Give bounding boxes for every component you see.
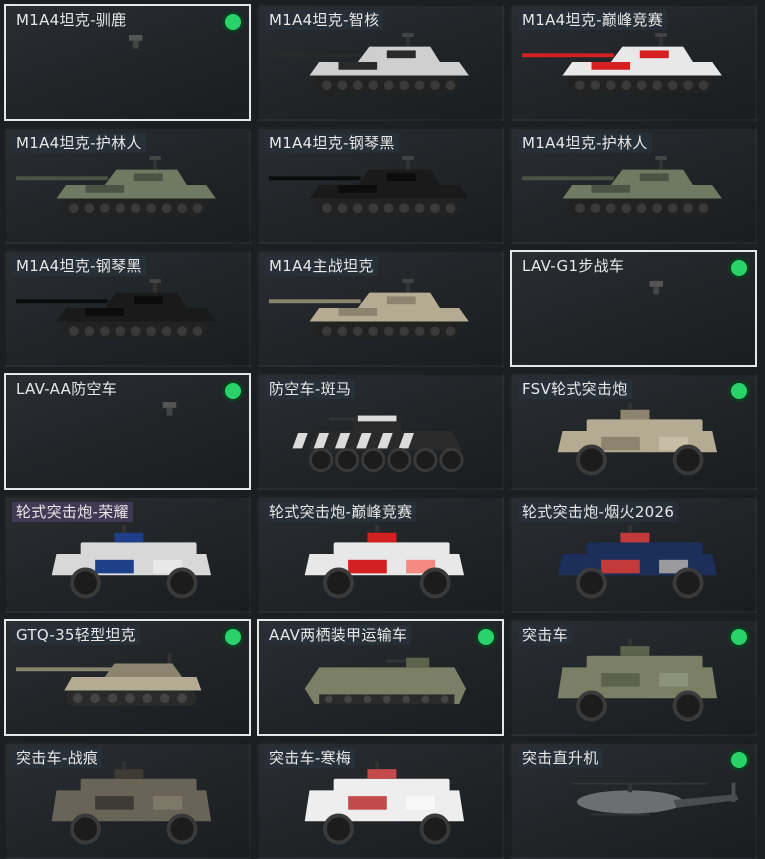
vehicle-skin-card[interactable]: 轮式突击炮-荣耀 (4, 496, 251, 613)
vehicle-skin-name: M1A4坦克-护林人 (518, 133, 652, 153)
vehicle-skin-name: 突击车 (518, 625, 572, 645)
vehicle-skin-name: M1A4坦克-护林人 (12, 133, 146, 153)
vehicle-skin-name: 轮式突击炮-荣耀 (12, 502, 133, 522)
vehicle-skin-card[interactable]: M1A4坦克-钢琴黑 (257, 127, 504, 244)
vehicle-skin-name: LAV-AA防空车 (16, 380, 118, 398)
vehicle-skin-name: 突击直升机 (518, 748, 603, 768)
vehicle-skin-name: 防空车-斑马 (265, 379, 356, 399)
vehicle-skin-grid: M1A4坦克-驯鹿 M1A4坦克-智核 M1A4坦克-巅峰竞赛 M1A4坦克-护林人 M… (4, 4, 757, 859)
owned-check-icon (225, 629, 241, 645)
vehicle-skin-card[interactable]: LAV-AA防空车 (4, 373, 251, 490)
vehicle-skin-name: 突击车-寒梅 (265, 748, 356, 768)
vehicle-skin-name: 突击车-战痕 (12, 748, 103, 768)
vehicle-skin-name: AAV两栖装甲运输车 (265, 625, 412, 645)
owned-check-icon (225, 14, 241, 30)
vehicle-skin-name: GTQ-35轻型坦克 (12, 625, 140, 645)
vehicle-skin-card[interactable]: 突击车-战痕 (4, 742, 251, 859)
vehicle-skin-card[interactable]: 轮式突击炮-巅峰竞赛 (257, 496, 504, 613)
vehicle-skin-card[interactable]: FSV轮式突击炮 (510, 373, 757, 490)
owned-check-icon (225, 383, 241, 399)
vehicle-skin-name: M1A4坦克-巅峰竞赛 (518, 10, 668, 30)
owned-check-icon (731, 629, 747, 645)
vehicle-skin-card[interactable]: M1A4坦克-护林人 (510, 127, 757, 244)
vehicle-skin-name: LAV-G1步战车 (522, 257, 625, 275)
vehicle-skin-card[interactable]: 突击车-寒梅 (257, 742, 504, 859)
vehicle-skin-name: 轮式突击炮-烟火2026 (518, 502, 679, 522)
vehicle-skin-card[interactable]: 突击直升机 (510, 742, 757, 859)
vehicle-skin-name: M1A4坦克-钢琴黑 (12, 256, 146, 276)
vehicle-skin-card[interactable]: M1A4坦克-巅峰竞赛 (510, 4, 757, 121)
vehicle-skin-name: M1A4坦克-驯鹿 (16, 11, 127, 29)
owned-check-icon (731, 260, 747, 276)
vehicle-skin-name: M1A4坦克-智核 (265, 10, 384, 30)
owned-check-icon (731, 752, 747, 768)
owned-check-icon (478, 629, 494, 645)
vehicle-skin-card[interactable]: M1A4坦克-驯鹿 (4, 4, 251, 121)
vehicle-skin-card[interactable]: 轮式突击炮-烟火2026 (510, 496, 757, 613)
vehicle-skin-card[interactable]: M1A4坦克-护林人 (4, 127, 251, 244)
vehicle-skin-card[interactable]: M1A4坦克-钢琴黑 (4, 250, 251, 367)
vehicle-skin-name: M1A4坦克-钢琴黑 (265, 133, 399, 153)
vehicle-skin-card[interactable]: AAV两栖装甲运输车 (257, 619, 504, 736)
vehicle-skin-name: FSV轮式突击炮 (518, 379, 632, 399)
owned-check-icon (731, 383, 747, 399)
vehicle-skin-card[interactable]: LAV-G1步战车 (510, 250, 757, 367)
vehicle-skin-card[interactable]: 防空车-斑马 (257, 373, 504, 490)
vehicle-skin-card[interactable]: GTQ-35轻型坦克 (4, 619, 251, 736)
vehicle-skin-name: 轮式突击炮-巅峰竞赛 (265, 502, 417, 522)
vehicle-skin-card[interactable]: M1A4主战坦克 (257, 250, 504, 367)
vehicle-skin-card[interactable]: M1A4坦克-智核 (257, 4, 504, 121)
vehicle-skin-card[interactable]: 突击车 (510, 619, 757, 736)
vehicle-skin-name: M1A4主战坦克 (265, 256, 378, 276)
